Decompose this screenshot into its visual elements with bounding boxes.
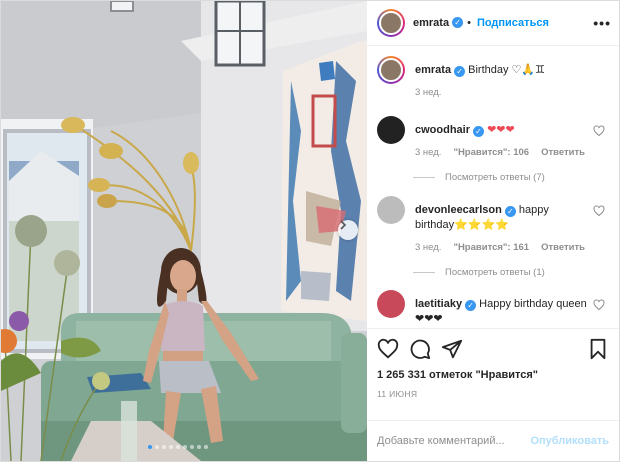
carousel-dot — [176, 445, 180, 449]
comment-text: laetitiaky ✓ Happy birthday queen ❤❤❤ — [415, 290, 609, 327]
comment-meta: 3 нед. "Нравится": 106 Ответить — [415, 147, 609, 158]
replies-divider — [413, 176, 435, 178]
comment-body: laetitiaky ✓ Happy birthday queen ❤❤❤ — [415, 290, 609, 329]
action-icons — [377, 335, 609, 363]
comment-likes[interactable]: "Нравится": 161 — [453, 242, 529, 253]
caption-meta: 3 нед. — [415, 87, 609, 98]
post-actions: 1 265 331 отметок "Нравится" 11 ИЮНЯ — [367, 328, 619, 420]
reply-button[interactable]: Ответить — [541, 147, 585, 158]
caption-message: Birthday ♡🙏♊ — [468, 63, 545, 76]
add-comment-bar: Опубликовать — [367, 420, 619, 461]
avatar[interactable] — [377, 8, 405, 37]
caption-row: emrata ✓ Birthday ♡🙏♊ 3 нед. — [377, 55, 609, 116]
header-separator: • — [467, 16, 471, 29]
reply-button[interactable]: Ответить — [541, 242, 585, 253]
avatar-image — [377, 115, 405, 144]
comment-row: cwoodhair ✓ ❤❤❤ 3 нед. "Нравится": 106 От… — [377, 115, 609, 196]
instagram-post: emrata ✓ • Подписаться ••• emrata ✓ Birth… — [0, 0, 620, 462]
avatar[interactable] — [377, 115, 405, 144]
chevron-right-icon — [340, 220, 347, 230]
carousel-dot — [197, 445, 201, 449]
share-icon[interactable] — [441, 338, 463, 360]
comment-like-icon[interactable] — [593, 125, 605, 137]
carousel-dot — [162, 445, 166, 449]
comment-likes[interactable]: "Нравится": 106 — [453, 147, 529, 158]
caption-text: emrata ✓ Birthday ♡🙏♊ — [415, 56, 609, 78]
post-photo[interactable] — [1, 1, 367, 461]
comment-text: devonleecarlson ✓ happy birthday⭐⭐⭐⭐ — [415, 196, 609, 233]
caption-time[interactable]: 3 нед. — [415, 87, 441, 98]
carousel-dot — [148, 445, 152, 449]
avatar[interactable] — [377, 55, 405, 84]
add-comment-input[interactable] — [377, 435, 531, 448]
comment-like-icon[interactable] — [593, 205, 605, 217]
follow-button[interactable]: Подписаться — [477, 17, 549, 29]
comment-text: cwoodhair ✓ ❤❤❤ — [415, 116, 609, 138]
verified-icon: ✓ — [504, 205, 516, 217]
comment-username[interactable]: laetitiaky — [415, 298, 462, 310]
photo-illustration — [1, 1, 367, 461]
comment-icon[interactable] — [409, 338, 431, 360]
likes-count[interactable]: 1 265 331 отметок "Нравится" — [377, 369, 609, 381]
view-replies-label: Посмотреть ответы (1) — [445, 266, 545, 278]
post-comment-button[interactable]: Опубликовать — [530, 435, 609, 447]
verified-icon: ✓ — [452, 17, 464, 29]
carousel-dot — [169, 445, 173, 449]
view-replies-button[interactable]: Посмотреть ответы (7) — [413, 171, 609, 183]
verified-icon: ✓ — [454, 65, 466, 77]
avatar-image — [379, 57, 403, 82]
more-options-icon[interactable]: ••• — [593, 15, 611, 31]
post-side-panel: emrata ✓ • Подписаться ••• emrata ✓ Birth… — [367, 1, 619, 461]
next-slide-button[interactable] — [338, 220, 358, 240]
view-replies-label: Посмотреть ответы (7) — [445, 171, 545, 183]
avatar[interactable] — [377, 195, 405, 224]
replies-divider — [413, 271, 435, 273]
heart-icon[interactable] — [377, 338, 399, 360]
comment-row: laetitiaky ✓ Happy birthday queen ❤❤❤ — [377, 289, 609, 329]
view-replies-button[interactable]: Посмотреть ответы (1) — [413, 266, 609, 278]
post-header: emrata ✓ • Подписаться ••• — [367, 1, 619, 46]
avatar-image — [379, 10, 403, 35]
comment-time[interactable]: 3 нед. — [415, 242, 441, 253]
comment-body: devonleecarlson ✓ happy birthday⭐⭐⭐⭐ 3 не… — [413, 196, 609, 290]
avatar-image — [377, 289, 405, 318]
comment-time[interactable]: 3 нед. — [415, 147, 441, 158]
header-username[interactable]: emrata — [413, 17, 449, 29]
carousel-dot — [190, 445, 194, 449]
comment-body: cwoodhair ✓ ❤❤❤ 3 нед. "Нравится": 106 От… — [413, 116, 609, 196]
avatar-image — [377, 195, 405, 224]
verified-icon: ✓ — [473, 125, 485, 137]
bookmark-icon[interactable] — [587, 338, 609, 360]
comment-message: ❤❤❤ — [487, 123, 515, 136]
carousel-dots — [148, 445, 208, 449]
carousel-dot — [183, 445, 187, 449]
comment-username[interactable]: cwoodhair — [415, 124, 470, 136]
carousel-dot — [204, 445, 208, 449]
comment-username[interactable]: devonleecarlson — [415, 204, 502, 216]
caption-username[interactable]: emrata — [415, 64, 451, 76]
comments-list[interactable]: emrata✓ Birthday ♡🙏♊ 3 нед. cwoodhair✓ — [367, 46, 619, 329]
comment-like-icon[interactable] — [593, 299, 605, 311]
comment-row: devonleecarlson ✓ happy birthday⭐⭐⭐⭐ 3 не… — [377, 195, 609, 290]
caption-body: emrata ✓ Birthday ♡🙏♊ 3 нед. — [415, 56, 609, 116]
post-date[interactable]: 11 ИЮНЯ — [377, 389, 609, 399]
comment-meta: 3 нед. "Нравится": 161 Ответить — [415, 242, 609, 253]
avatar[interactable] — [377, 289, 405, 318]
carousel-dot — [155, 445, 159, 449]
verified-icon: ✓ — [465, 299, 477, 311]
